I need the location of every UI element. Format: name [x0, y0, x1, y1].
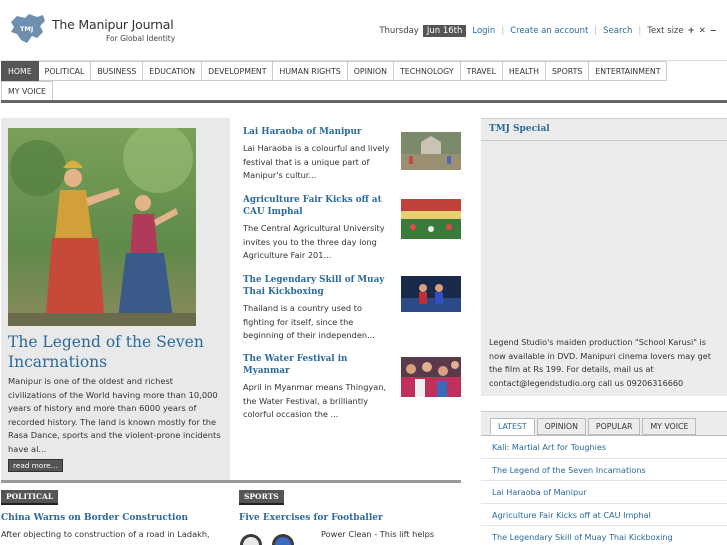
section-tag[interactable]: SPORTS	[239, 490, 284, 505]
list-item[interactable]: Kali: Martial Art for Toughies	[481, 436, 727, 459]
nav-item-sports[interactable]: SPORTS	[545, 61, 590, 81]
nav-item-human-rights[interactable]: HUMAN RIGHTS	[273, 61, 348, 81]
list-item[interactable]: The Legend of the Seven Incarnations	[481, 459, 727, 481]
story-item: Agriculture Fair Kicks off at CAU Imphal…	[243, 194, 461, 263]
divider: |	[594, 26, 598, 36]
panel-divider	[481, 140, 727, 141]
current-date: Jun 16th	[422, 25, 467, 37]
latest-list: Kali: Martial Art for Toughies The Legend…	[481, 435, 727, 545]
special-announcement: Legend Studio's maiden production "Schoo…	[489, 337, 711, 388]
tab-popular[interactable]: POPULAR	[587, 418, 641, 435]
story-summary: Thailand is a country used to fighting f…	[243, 303, 375, 340]
site-header: TMJ The Manipur Journal For Global Ident…	[0, 0, 727, 58]
tab-latest[interactable]: LATEST	[490, 418, 535, 435]
nav-row: MY VOICE	[1, 81, 727, 101]
story-item: The Legendary Skill of Muay Thai Kickbox…	[243, 274, 461, 343]
manipur-map-logo-icon[interactable]: TMJ	[7, 12, 47, 46]
list-item[interactable]: Agriculture Fair Kicks off at CAU Imphal	[481, 504, 727, 526]
current-day: Thursday	[379, 26, 419, 36]
section-summary: After objecting to construction of a roa…	[1, 529, 210, 539]
nav-row: HOME POLITICAL BUSINESS EDUCATION DEVELOPMEN…	[1, 61, 727, 81]
section-headline[interactable]: Five Exercises for Footballer	[239, 513, 461, 523]
logo-text: TMJ	[20, 25, 33, 33]
nav-item-health[interactable]: HEALTH	[502, 61, 546, 81]
section-divider	[1, 480, 461, 483]
nav-item-travel[interactable]: TRAVEL	[460, 61, 503, 81]
story-summary: The Central Agricultural University invi…	[243, 223, 385, 260]
top-utility-bar: Thursday Jun 16th Login | Create an acco…	[379, 24, 717, 38]
political-section: POLITICAL China Warns on Border Construc…	[1, 490, 229, 539]
nav-item-opinion[interactable]: OPINION	[347, 61, 395, 81]
hero-image[interactable]	[8, 128, 196, 326]
football-thumbnail[interactable]	[239, 533, 295, 545]
hero-summary: Manipur is one of the oldest and richest…	[8, 376, 221, 454]
story-thumbnail[interactable]	[401, 132, 461, 170]
nav-item-entertainment[interactable]: ENTERTAINMENT	[589, 61, 668, 81]
tab-my-voice[interactable]: MY VOICE	[642, 418, 697, 435]
latest-tabs: LATEST OPINION POPULAR MY VOICE	[490, 418, 698, 435]
story-title[interactable]: The Water Festival in Myanmar	[243, 353, 393, 377]
story-title[interactable]: The Legendary Skill of Muay Thai Kickbox…	[243, 274, 393, 298]
story-summary: Lai Haraoba is a colourful and lively fe…	[243, 143, 390, 180]
list-item[interactable]: Lai Haraoba of Manipur	[481, 481, 727, 504]
hero-title[interactable]: The Legend of the Seven Incarnations	[8, 332, 223, 372]
create-account-link[interactable]: Create an account	[510, 26, 588, 36]
tmj-special-panel: TMJ Special Legend Studio's maiden produ…	[481, 118, 727, 396]
nav-item-business[interactable]: BUSINESS	[91, 61, 144, 81]
text-size-label: Text size	[647, 26, 684, 36]
nav-divider	[1, 100, 727, 103]
divider: |	[501, 26, 505, 36]
story-summary: April in Myanmar means Thingyan, the Wat…	[243, 382, 387, 419]
story-thumbnail[interactable]	[401, 276, 461, 312]
nav-item-home[interactable]: HOME	[1, 61, 39, 81]
story-thumbnail[interactable]	[401, 199, 461, 239]
divider: |	[638, 26, 642, 36]
text-size-increase-button[interactable]: +	[688, 26, 695, 36]
text-size-decrease-button[interactable]: −	[710, 26, 717, 36]
site-tagline: For Global Identity	[106, 34, 176, 43]
section-headline[interactable]: China Warns on Border Construction	[1, 513, 229, 523]
story-item: Lai Haraoba of Manipur Lai Haraoba is a …	[243, 126, 461, 183]
nav-item-political[interactable]: POLITICAL	[38, 61, 92, 81]
search-link[interactable]: Search	[603, 26, 632, 36]
story-title[interactable]: Agriculture Fair Kicks off at CAU Imphal	[243, 194, 393, 218]
featured-area: The Legend of the Seven Incarnations Man…	[1, 118, 461, 480]
story-title[interactable]: Lai Haraoba of Manipur	[243, 126, 393, 138]
hero-story: The Legend of the Seven Incarnations Man…	[1, 118, 230, 480]
nav-item-my-voice[interactable]: MY VOICE	[1, 81, 53, 101]
panel-title: TMJ Special	[489, 124, 550, 134]
latest-panel: LATEST OPINION POPULAR MY VOICE Kali: Marti…	[481, 411, 727, 545]
nav-item-education[interactable]: EDUCATION	[143, 61, 203, 81]
story-thumbnail[interactable]	[401, 357, 461, 397]
tab-opinion[interactable]: OPINION	[536, 418, 586, 435]
site-title[interactable]: The Manipur Journal	[52, 17, 174, 32]
login-link[interactable]: Login	[472, 26, 495, 36]
section-tag[interactable]: POLITICAL	[1, 490, 59, 505]
story-item: The Water Festival in Myanmar April in M…	[243, 353, 461, 422]
nav-item-technology[interactable]: TECHNOLOGY	[394, 61, 461, 81]
read-more-button[interactable]: read more...	[8, 459, 63, 472]
list-item[interactable]: The Legendary Skill of Muay Thai Kickbox…	[481, 526, 727, 545]
nav-item-development[interactable]: DEVELOPMENT	[202, 61, 274, 81]
sports-section: SPORTS Five Exercises for Footballer Pow…	[239, 490, 461, 545]
text-size-reset-button[interactable]: ✕	[699, 26, 706, 36]
main-navigation: HOME POLITICAL BUSINESS EDUCATION DEVELOPMEN…	[1, 60, 727, 102]
